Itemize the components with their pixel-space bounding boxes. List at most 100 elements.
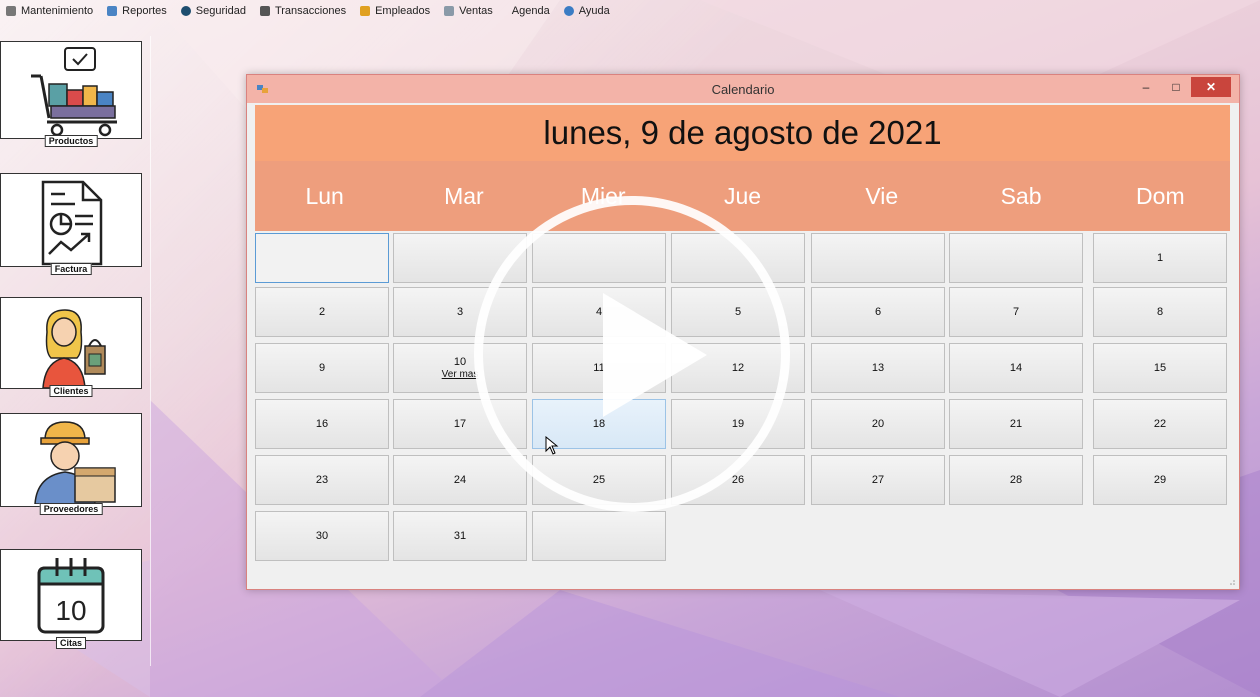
day-cell-14[interactable]: 14 [949, 343, 1083, 393]
day-cell-22[interactable]: 22 [1093, 399, 1227, 449]
menu-seguridad[interactable]: Seguridad [180, 5, 246, 17]
tile-label-proveedores: Proveedores [39, 503, 103, 515]
day-number: 16 [315, 418, 329, 430]
day-cell-8[interactable]: 8 [1093, 287, 1227, 337]
day-number: 2 [318, 306, 326, 318]
tile-clientes[interactable]: Clientes [0, 297, 142, 397]
module-sidebar: Productos Factura Clientes Proveedores 1… [0, 36, 151, 666]
tile-label-factura: Factura [50, 263, 92, 275]
day-number: 8 [1156, 306, 1164, 318]
tile-label-citas: Citas [55, 637, 87, 649]
day-cell-empty[interactable] [532, 511, 666, 561]
maximize-button[interactable]: □ [1161, 77, 1191, 97]
info-icon [563, 6, 574, 16]
day-number: 23 [315, 474, 329, 486]
receipt-icon [444, 6, 455, 16]
close-button[interactable]: ✕ [1191, 77, 1231, 97]
main-menu-bar: Mantenimiento Reportes Seguridad Transaccio… [0, 0, 1260, 22]
tile-label-productos: Productos [44, 135, 98, 147]
day-cell-24[interactable]: 24 [393, 455, 527, 505]
day-cell-16[interactable]: 16 [255, 399, 389, 449]
menu-ayuda[interactable]: Ayuda [563, 5, 610, 17]
day-cell-9[interactable]: 9 [255, 343, 389, 393]
tile-productos[interactable]: Productos [0, 41, 142, 147]
window-titlebar[interactable]: Calendario – □ ✕ [247, 75, 1239, 103]
cart-products-icon [31, 47, 117, 137]
shield-dot-icon [180, 6, 191, 16]
day-number: 6 [874, 306, 882, 318]
chart-icon [107, 6, 118, 16]
current-date-heading: lunes, 9 de agosto de 2021 [255, 105, 1230, 161]
day-number: 9 [318, 362, 326, 374]
day-cell-20[interactable]: 20 [811, 399, 945, 449]
day-cell-29[interactable]: 29 [1093, 455, 1227, 505]
day-cell-1[interactable]: 1 [1093, 233, 1227, 283]
wrench-icon [6, 6, 16, 16]
day-number: 14 [1009, 362, 1023, 374]
minimize-button[interactable]: – [1131, 77, 1161, 97]
money-bag-icon [259, 6, 270, 16]
day-cell-23[interactable]: 23 [255, 455, 389, 505]
app-icon [257, 85, 268, 93]
day-cell-13[interactable]: 13 [811, 343, 945, 393]
menu-ventas[interactable]: Ventas [444, 5, 493, 17]
day-number: 30 [315, 530, 329, 542]
invoice-chart-icon [41, 180, 103, 266]
day-number: 29 [1153, 474, 1167, 486]
mouse-cursor-icon [545, 436, 559, 455]
play-icon [603, 293, 707, 417]
day-number: 7 [1012, 306, 1020, 318]
menu-label: Agenda [511, 5, 550, 17]
menu-label: Ayuda [578, 5, 610, 17]
menu-label: Ventas [459, 5, 493, 17]
day-number: 27 [871, 474, 885, 486]
menu-label: Reportes [122, 5, 167, 17]
weekday-sab: Sab [1000, 182, 1042, 209]
tile-proveedores[interactable]: Proveedores [0, 413, 142, 515]
day-number: 24 [453, 474, 467, 486]
calendar-10-icon: 10 [37, 558, 105, 634]
day-number: 22 [1153, 418, 1167, 430]
shopper-woman-icon [42, 309, 106, 388]
menu-mantenimiento[interactable]: Mantenimiento [6, 5, 93, 17]
day-cell-30[interactable]: 30 [255, 511, 389, 561]
day-cell-empty[interactable] [255, 233, 389, 283]
day-number: 21 [1009, 418, 1023, 430]
day-cell-21[interactable]: 21 [949, 399, 1083, 449]
menu-reportes[interactable]: Reportes [107, 5, 167, 17]
day-number: 15 [1153, 362, 1167, 374]
day-number: 13 [871, 362, 885, 374]
day-cell-28[interactable]: 28 [949, 455, 1083, 505]
day-cell-empty[interactable] [811, 233, 945, 283]
day-number: 28 [1009, 474, 1023, 486]
ver-mas-link[interactable]: Ver mas [442, 369, 479, 380]
day-cell-27[interactable]: 27 [811, 455, 945, 505]
person-icon [360, 6, 371, 16]
menu-label: Mantenimiento [21, 5, 94, 17]
day-cell-15[interactable]: 15 [1093, 343, 1227, 393]
day-cell-31[interactable]: 31 [393, 511, 527, 561]
video-play-button[interactable] [474, 196, 790, 512]
day-number: 1 [1156, 252, 1164, 264]
tile-label-clientes: Clientes [49, 385, 93, 397]
calendar-icon-number: 10 [55, 595, 86, 626]
day-cell-2[interactable]: 2 [255, 287, 389, 337]
day-cell-6[interactable]: 6 [811, 287, 945, 337]
tile-citas[interactable]: 10 Citas [0, 549, 142, 649]
menu-transacciones[interactable]: Transacciones [259, 5, 347, 17]
window-title: Calendario [711, 81, 775, 97]
menu-label: Seguridad [195, 5, 246, 17]
menu-agenda[interactable]: Agenda [507, 5, 550, 17]
menu-empleados[interactable]: Empleados [360, 5, 430, 17]
resize-grip-icon[interactable] [1227, 577, 1235, 585]
day-number: 17 [453, 418, 467, 430]
day-cell-empty[interactable] [949, 233, 1083, 283]
weekday-lun: Lun [305, 182, 344, 209]
worker-box-icon [34, 421, 116, 504]
day-number: 3 [456, 306, 464, 318]
day-cell-7[interactable]: 7 [949, 287, 1083, 337]
menu-label: Transacciones [274, 5, 347, 17]
weekday-header: Lun Mar Mier Jue Vie Sab Dom [255, 161, 1230, 231]
tile-factura[interactable]: Factura [0, 173, 142, 275]
weekday-dom: Dom [1136, 182, 1185, 209]
